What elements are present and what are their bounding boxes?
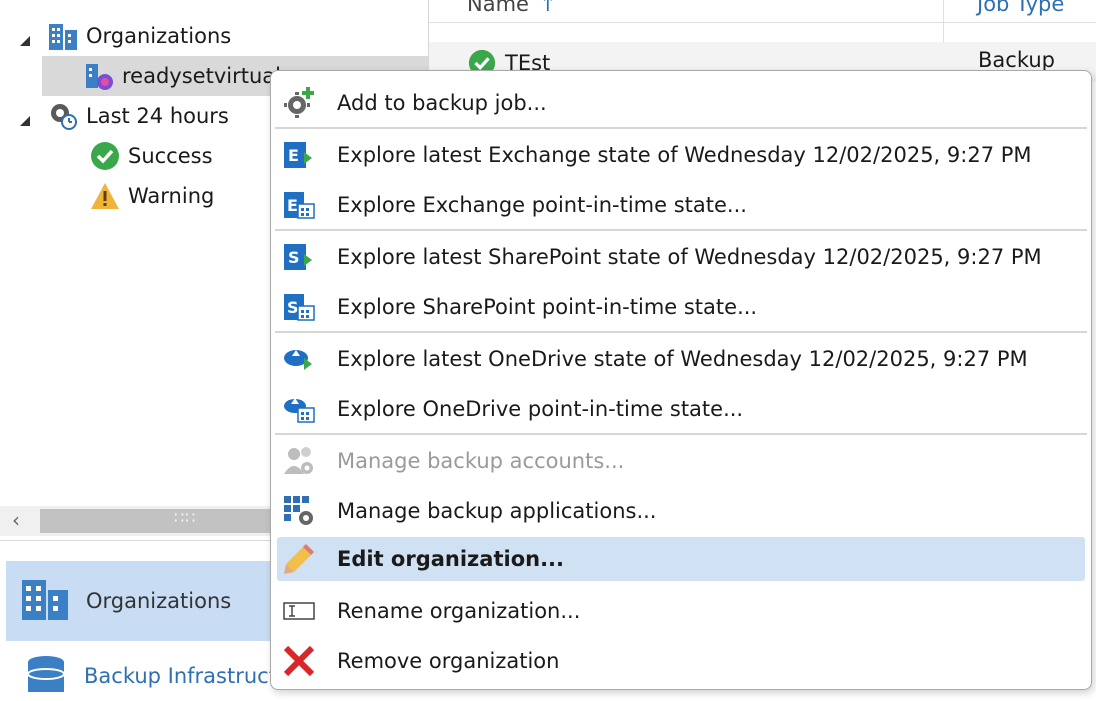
menu-label: Explore latest OneDrive state of Wednesd… — [337, 347, 1028, 371]
menu-label: Explore Exchange point-in-time state... — [337, 193, 747, 217]
menu-item-remove-organization[interactable]: Remove organization — [277, 639, 1085, 683]
tree-node-warning[interactable]: Warning — [88, 176, 214, 216]
job-type: Backup — [978, 48, 1055, 72]
menu-item-explore-latest-exchange[interactable]: E Explore latest Exchange state of Wedne… — [277, 133, 1085, 177]
sharepoint-pit-icon: S — [281, 289, 317, 325]
menu-item-rename-organization[interactable]: Rename organization... — [277, 589, 1085, 633]
building-icon — [46, 19, 80, 53]
menu-label: Remove organization — [337, 649, 560, 673]
accounts-icon — [281, 443, 317, 479]
column-divider[interactable] — [943, 0, 944, 42]
menu-item-explore-latest-onedrive[interactable]: Explore latest OneDrive state of Wednesd… — [277, 337, 1085, 381]
menu-item-manage-backup-accounts: Manage backup accounts... — [277, 439, 1085, 483]
tree-node-organizations[interactable]: Organizations — [18, 16, 231, 56]
sharepoint-latest-icon: S — [281, 239, 317, 275]
menu-item-explore-onedrive-point-in-time[interactable]: Explore OneDrive point-in-time state... — [277, 387, 1085, 431]
menu-label: Manage backup applications... — [337, 499, 657, 523]
tree-label-warning: Warning — [128, 184, 215, 208]
context-menu: Add to backup job... E Explore latest Ex… — [270, 70, 1092, 690]
building-icon — [20, 576, 70, 626]
menu-label: Rename organization... — [337, 599, 581, 623]
scroll-left-icon[interactable]: ‹ — [12, 508, 20, 532]
onedrive-latest-icon — [281, 341, 317, 377]
exchange-pit-icon: E — [281, 187, 317, 223]
menu-label: Add to backup job... — [337, 91, 547, 115]
exchange-latest-icon: E — [281, 137, 317, 173]
organization-m365-icon — [82, 59, 116, 93]
menu-label: Explore SharePoint point-in-time state..… — [337, 295, 758, 319]
success-check-icon — [88, 139, 122, 173]
svg-text:S: S — [287, 298, 299, 317]
tree-label-last-24-hours: Last 24 hours — [86, 104, 229, 128]
database-icon — [24, 652, 68, 700]
column-header-name[interactable]: Name ↑ — [467, 0, 557, 16]
menu-item-manage-backup-applications[interactable]: Manage backup applications... — [277, 489, 1085, 533]
menu-item-add-to-backup-job[interactable]: Add to backup job... — [277, 81, 1085, 125]
menu-label: Explore latest Exchange state of Wednesd… — [337, 143, 1032, 167]
menu-separator — [275, 331, 1087, 333]
menu-label: Manage backup accounts... — [337, 449, 625, 473]
onedrive-pit-icon — [281, 391, 317, 427]
tree-node-last-24-hours[interactable]: Last 24 hours — [18, 96, 229, 136]
warning-triangle-icon — [88, 179, 122, 213]
menu-separator — [275, 127, 1087, 129]
column-header-job-type[interactable]: Job Type — [977, 0, 1064, 16]
applications-icon — [281, 493, 317, 529]
gear-clock-icon — [46, 99, 80, 133]
collapse-arrow-icon[interactable] — [18, 29, 32, 46]
menu-item-edit-organization[interactable]: Edit organization... — [277, 537, 1085, 581]
rename-icon — [281, 593, 317, 629]
collapse-arrow-icon[interactable] — [18, 109, 32, 126]
pencil-icon — [281, 541, 317, 577]
nav-label-organizations: Organizations — [86, 589, 232, 613]
sort-ascending-icon: ↑ — [538, 0, 557, 16]
menu-separator — [275, 433, 1087, 435]
gear-add-icon — [281, 85, 317, 121]
svg-text:S: S — [288, 248, 300, 267]
tree-label-organizations: Organizations — [86, 24, 232, 48]
tree-label-success: Success — [128, 144, 213, 168]
tree-node-success[interactable]: Success — [88, 136, 213, 176]
svg-text:E: E — [287, 196, 298, 215]
menu-item-explore-exchange-point-in-time[interactable]: E Explore Exchange point-in-time state..… — [277, 183, 1085, 227]
menu-item-explore-sharepoint-point-in-time[interactable]: S Explore SharePoint point-in-time state… — [277, 285, 1085, 329]
scrollbar-thumb[interactable] — [40, 509, 280, 533]
menu-label: Edit organization... — [337, 547, 565, 571]
grip-dots-icon: ∷∷ — [174, 508, 197, 527]
menu-label: Explore OneDrive point-in-time state... — [337, 397, 744, 421]
menu-separator — [275, 229, 1087, 231]
menu-label: Explore latest SharePoint state of Wedne… — [337, 245, 1042, 269]
menu-item-explore-latest-sharepoint[interactable]: S Explore latest SharePoint state of Wed… — [277, 235, 1085, 279]
svg-text:E: E — [288, 146, 299, 165]
remove-icon — [281, 643, 317, 679]
list-header: Name ↑ Job Type — [429, 0, 1096, 23]
